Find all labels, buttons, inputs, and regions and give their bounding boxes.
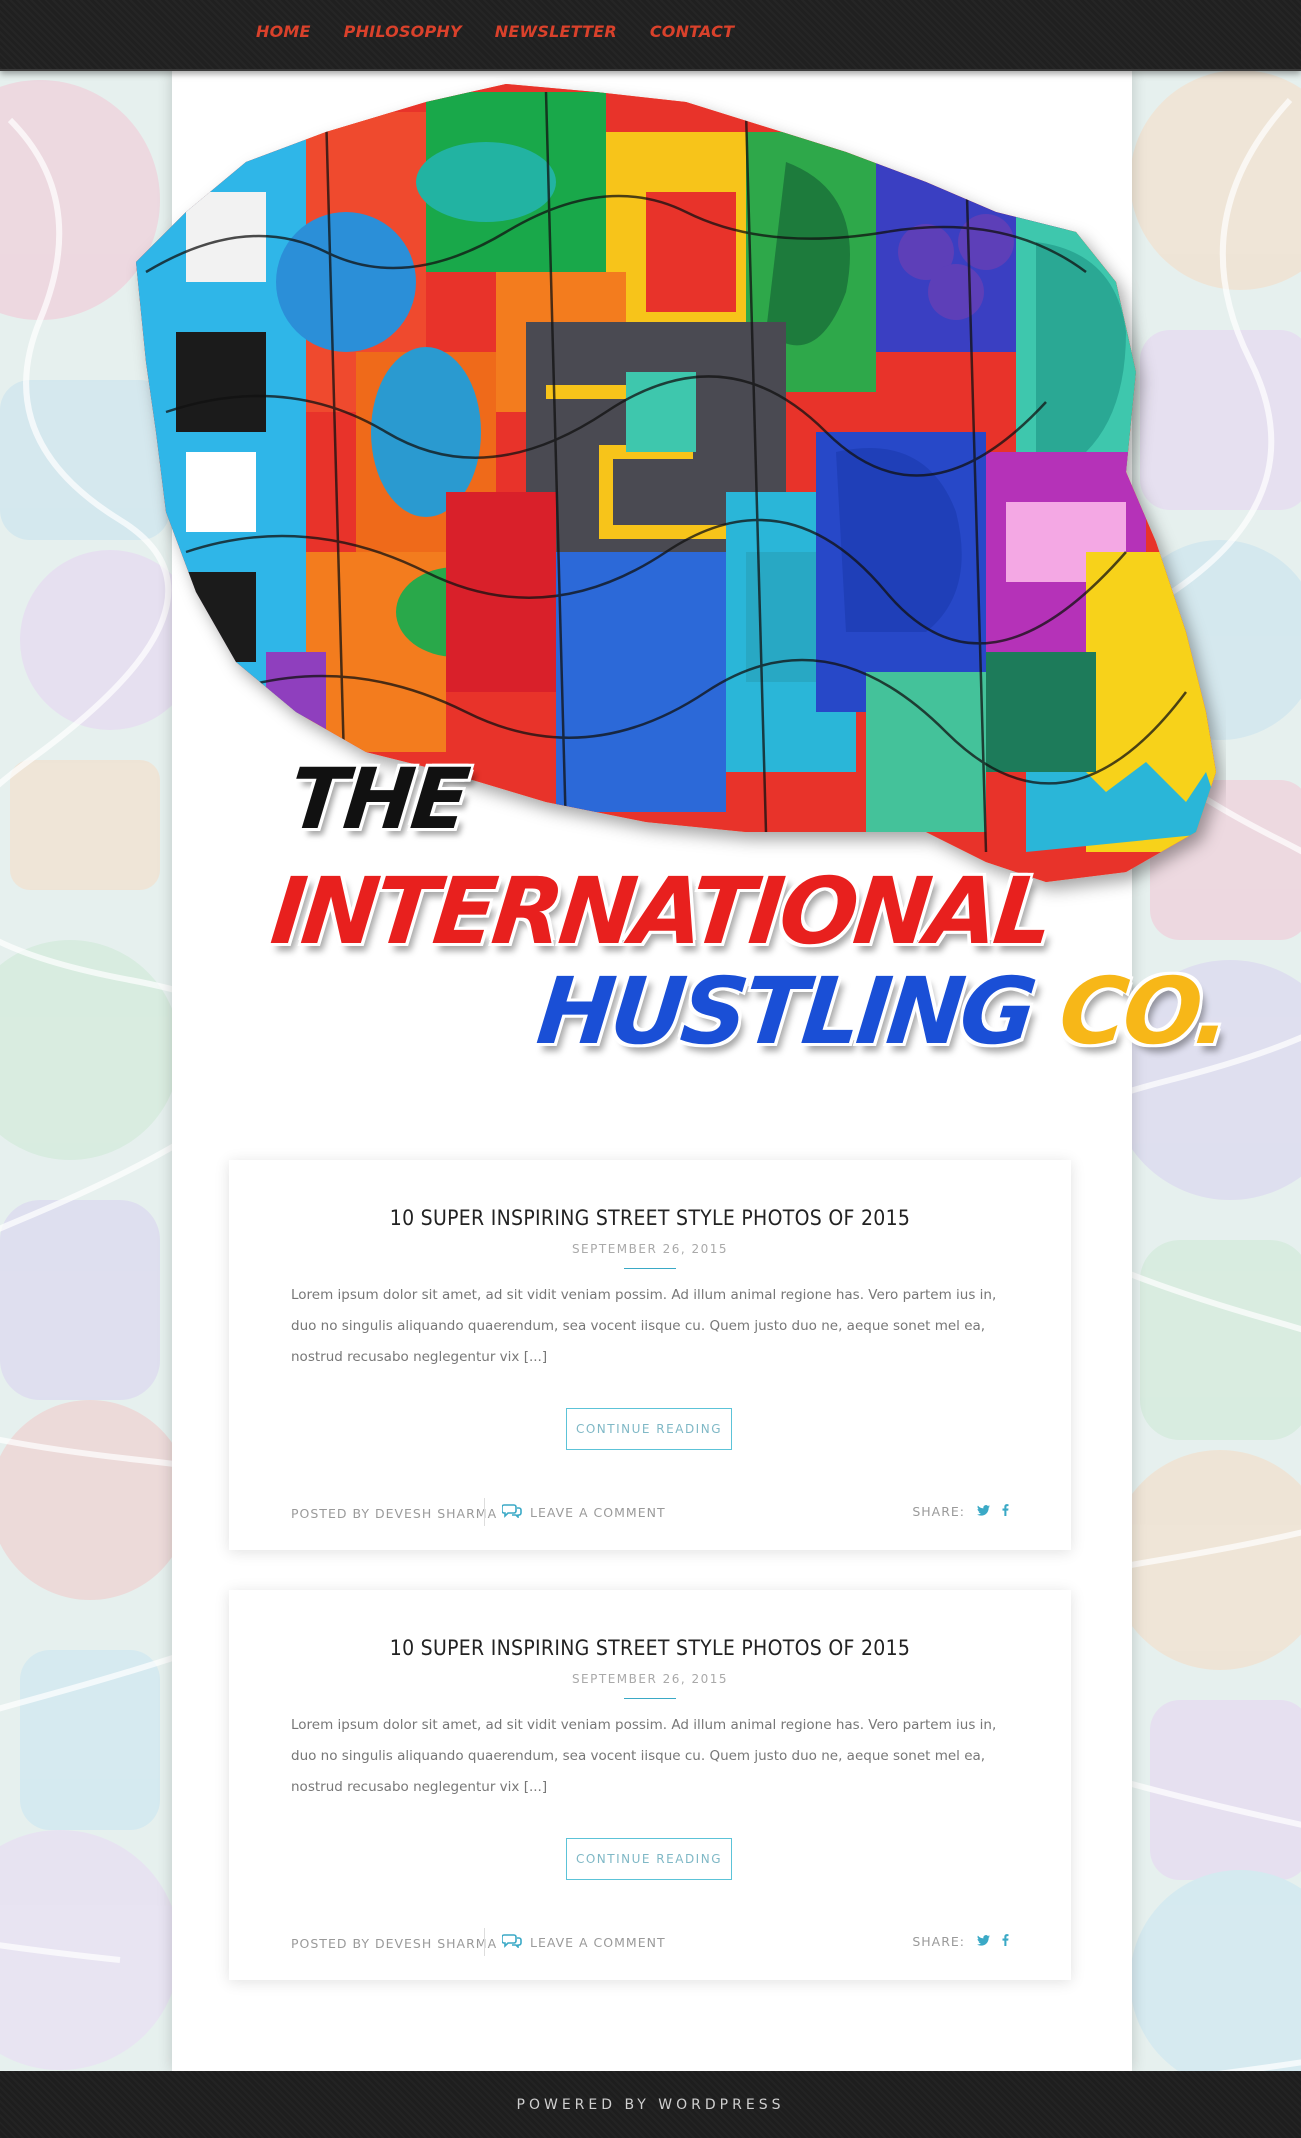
facebook-icon[interactable]: [1002, 1934, 1009, 1949]
post-title[interactable]: 10 SUPER INSPIRING STREET STYLE PHOTOS O…: [229, 1636, 1071, 1660]
twitter-icon[interactable]: [977, 1934, 990, 1949]
title-divider: [624, 1268, 676, 1269]
post-author: POSTED BY DEVESH SHARMA: [291, 1936, 498, 1951]
top-nav-bar: HOME PHILOSOPHY NEWSLETTER CONTACT: [0, 0, 1301, 71]
comment-link-label: LEAVE A COMMENT: [530, 1935, 666, 1950]
share-bar: SHARE:: [912, 1934, 1009, 1949]
nav-home[interactable]: HOME: [256, 22, 311, 41]
brand-logo-co: CO.: [1054, 958, 1233, 1065]
continue-reading-button[interactable]: CONTINUE READING: [566, 1408, 732, 1450]
share-label: SHARE:: [912, 1504, 965, 1519]
title-divider: [624, 1698, 676, 1699]
nav-philosophy[interactable]: PHILOSOPHY: [344, 22, 462, 41]
twitter-icon[interactable]: [977, 1504, 990, 1519]
post-date: SEPTEMBER 26, 2015: [571, 1242, 729, 1256]
continue-reading-button[interactable]: CONTINUE READING: [566, 1838, 732, 1880]
meta-divider: [484, 1498, 485, 1526]
comment-bubbles-icon: [501, 1934, 522, 1951]
brand-logo-the: THE: [284, 750, 472, 848]
comment-link-label: LEAVE A COMMENT: [530, 1505, 666, 1520]
facebook-icon[interactable]: [1002, 1504, 1009, 1519]
share-bar: SHARE:: [912, 1504, 1009, 1519]
comment-bubbles-icon: [501, 1504, 522, 1521]
nav-contact[interactable]: CONTACT: [650, 22, 734, 41]
main-nav: HOME PHILOSOPHY NEWSLETTER CONTACT: [256, 22, 734, 41]
post-author: POSTED BY DEVESH SHARMA: [291, 1506, 498, 1521]
powered-by-text[interactable]: POWERED BY WORDPRESS: [0, 2097, 1301, 2113]
site-footer: POWERED BY WORDPRESS: [0, 2071, 1301, 2138]
meta-divider: [484, 1928, 485, 1956]
brand-logo-hustling: HUSTLING CO.: [532, 958, 1232, 1065]
comment-link[interactable]: LEAVE A COMMENT: [501, 1934, 666, 1951]
post-card: 10 SUPER INSPIRING STREET STYLE PHOTOS O…: [229, 1590, 1071, 1980]
comment-link[interactable]: LEAVE A COMMENT: [501, 1504, 666, 1521]
post-card: 10 SUPER INSPIRING STREET STYLE PHOTOS O…: [229, 1160, 1071, 1550]
post-excerpt: Lorem ipsum dolor sit amet, ad sit vidit…: [291, 1717, 997, 1795]
post-excerpt: Lorem ipsum dolor sit amet, ad sit vidit…: [291, 1287, 997, 1365]
nav-newsletter[interactable]: NEWSLETTER: [495, 22, 617, 41]
post-title[interactable]: 10 SUPER INSPIRING STREET STYLE PHOTOS O…: [229, 1206, 1071, 1230]
post-date: SEPTEMBER 26, 2015: [571, 1672, 729, 1686]
share-label: SHARE:: [912, 1934, 965, 1949]
post-meta: POSTED BY DEVESH SHARMA LEAVE A COMMENT …: [291, 1928, 1009, 1960]
post-meta: POSTED BY DEVESH SHARMA LEAVE A COMMENT …: [291, 1498, 1009, 1530]
brand-logo-international: INTERNATIONAL: [266, 858, 1055, 965]
brand-logo-hustling-word: HUSTLING: [532, 958, 1038, 1065]
